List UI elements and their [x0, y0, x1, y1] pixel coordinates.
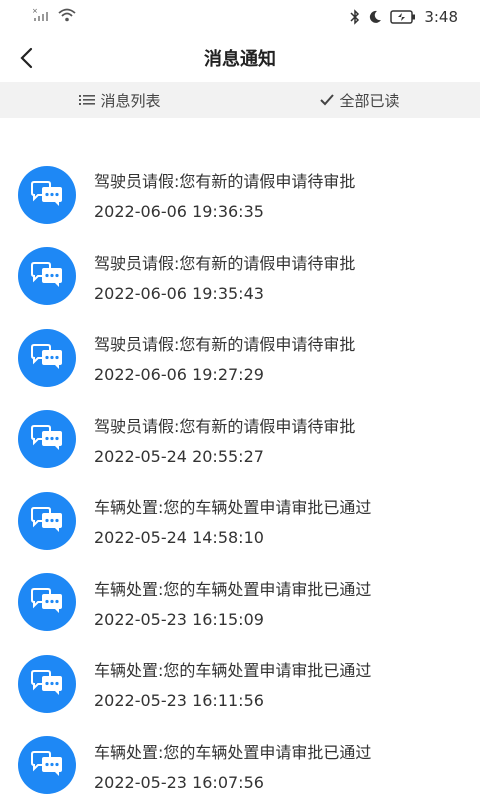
page-title: 消息通知 [204, 49, 276, 70]
message-time: 2022-05-24 14:58:10 [94, 528, 264, 548]
message-avatar [18, 165, 76, 224]
list-item[interactable]: 车辆处置:您的车辆处置申请审批已通过 2022-05-23 16:15:09 [0, 562, 480, 644]
message-avatar [18, 736, 76, 795]
list-item[interactable]: 车辆处置:您的车辆处置申请审批已通过 2022-05-23 16:11:56 [0, 643, 480, 725]
message-title: 驾驶员请假:您有新的请假申请待审批 [94, 335, 356, 355]
chat-bubbles-icon [31, 180, 62, 206]
battery-icon [390, 10, 416, 24]
back-button[interactable] [10, 42, 42, 74]
check-icon [320, 94, 335, 106]
chat-bubbles-icon [31, 669, 62, 695]
message-time: 2022-06-06 19:27:29 [94, 365, 264, 385]
list-item[interactable]: 驾驶员请假:您有新的请假申请待审批 2022-06-06 19:27:29 [0, 317, 480, 399]
list-icon [79, 95, 96, 105]
message-avatar [18, 573, 76, 632]
list-item[interactable]: 车辆处置:您的车辆处置申请审批已通过 2022-05-23 16:07:56 [0, 725, 480, 800]
chat-bubbles-icon [31, 262, 62, 288]
message-time: 2022-06-06 19:35:43 [94, 283, 264, 303]
message-text: 驾驶员请假:您有新的请假申请待审批 2022-06-06 19:36:35 [94, 168, 355, 221]
list-item[interactable]: 车辆处置:您的车辆处置申请审批已通过 2022-05-24 14:58:10 [0, 480, 480, 562]
message-time: 2022-05-23 16:07:56 [94, 772, 264, 792]
mark-all-read-label: 全部已读 [339, 91, 400, 110]
chat-bubbles-icon [31, 506, 62, 532]
message-title: 驾驶员请假:您有新的请假申请待审批 [94, 253, 356, 273]
toolbar: 消息列表 全部已读 [0, 82, 480, 118]
message-avatar [18, 247, 76, 306]
chat-bubbles-icon [31, 588, 62, 614]
chevron-left-icon [20, 47, 33, 69]
signal-icon: × [32, 7, 50, 27]
message-list-label: 消息列表 [100, 91, 161, 110]
message-title: 车辆处置:您的车辆处置申请审批已通过 [94, 742, 372, 762]
header: 消息通知 [0, 34, 480, 82]
message-list: 驾驶员请假:您有新的请假申请待审批 2022-06-06 19:36:35 驾驶… [0, 118, 480, 800]
message-text: 驾驶员请假:您有新的请假申请待审批 2022-06-06 19:35:43 [94, 250, 355, 303]
wifi-icon [58, 8, 76, 26]
message-avatar [18, 328, 76, 387]
message-list-button[interactable]: 消息列表 [0, 90, 240, 111]
bluetooth-icon [350, 9, 360, 25]
message-text: 驾驶员请假:您有新的请假申请待审批 2022-06-06 19:27:29 [94, 331, 355, 384]
signal-x-mark: × [32, 7, 38, 15]
message-title: 车辆处置:您的车辆处置申请审批已通过 [94, 498, 372, 518]
message-title: 车辆处置:您的车辆处置申请审批已通过 [94, 579, 372, 599]
message-avatar [18, 491, 76, 550]
chat-bubbles-icon [31, 343, 62, 369]
chat-bubbles-icon [31, 425, 62, 451]
chat-bubbles-icon [31, 751, 62, 777]
message-avatar [18, 410, 76, 469]
list-item[interactable]: 驾驶员请假:您有新的请假申请待审批 2022-06-06 19:35:43 [0, 236, 480, 318]
status-left: × [32, 7, 76, 27]
status-right: 3:48 [350, 8, 458, 26]
list-item[interactable]: 驾驶员请假:您有新的请假申请待审批 2022-06-06 19:36:35 [0, 154, 480, 236]
message-avatar [18, 654, 76, 713]
message-text: 车辆处置:您的车辆处置申请审批已通过 2022-05-23 16:11:56 [94, 657, 371, 710]
message-text: 驾驶员请假:您有新的请假申请待审批 2022-05-24 20:55:27 [94, 413, 355, 466]
message-title: 车辆处置:您的车辆处置申请审批已通过 [94, 661, 372, 681]
mark-all-read-button[interactable]: 全部已读 [240, 90, 480, 111]
message-title: 驾驶员请假:您有新的请假申请待审批 [94, 416, 356, 436]
message-time: 2022-05-23 16:11:56 [94, 691, 264, 711]
message-text: 车辆处置:您的车辆处置申请审批已通过 2022-05-24 14:58:10 [94, 494, 371, 547]
list-item[interactable]: 驾驶员请假:您有新的请假申请待审批 2022-05-24 20:55:27 [0, 399, 480, 481]
status-bar: × 3:48 [0, 0, 480, 34]
message-time: 2022-05-23 16:15:09 [94, 609, 264, 629]
message-title: 驾驶员请假:您有新的请假申请待审批 [94, 172, 356, 192]
clock-time: 3:48 [424, 8, 458, 26]
moon-icon [368, 10, 382, 24]
message-text: 车辆处置:您的车辆处置申请审批已通过 2022-05-23 16:15:09 [94, 576, 371, 629]
message-time: 2022-05-24 20:55:27 [94, 446, 264, 466]
message-text: 车辆处置:您的车辆处置申请审批已通过 2022-05-23 16:07:56 [94, 739, 371, 792]
message-time: 2022-06-06 19:36:35 [94, 202, 264, 222]
